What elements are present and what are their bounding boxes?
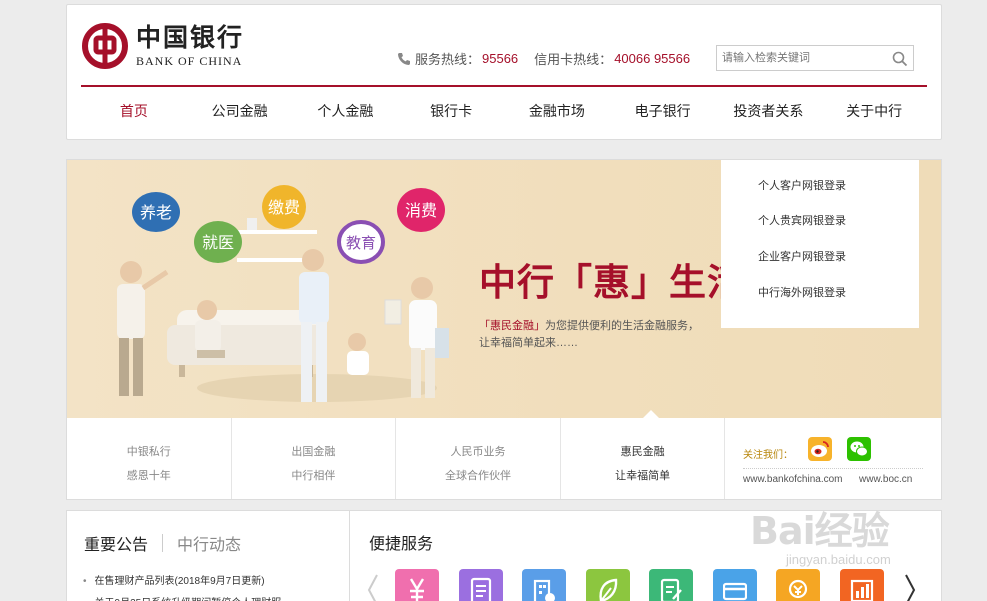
tab-private-banking[interactable]: 中银私行 感恩十年 <box>67 418 232 499</box>
nav-item-corporate[interactable]: 公司金融 <box>187 89 293 133</box>
list-item[interactable]: 关于9月25日系统升级期间暂停个人理财服 <box>83 593 282 601</box>
tab-label: 人民币业务 <box>450 446 506 458</box>
svg-text:就医: 就医 <box>202 233 234 252</box>
chart-icon <box>850 579 874 601</box>
promo-banner[interactable]: 养老 就医 缴费 教育 消费 中行「惠」生活 「惠民金融」为您提供便利的生活金融… <box>67 160 941 418</box>
notice-tab-separator <box>162 534 164 552</box>
notice-list: 在售理财产品列表(2018年9月7日更新) 关于9月25日系统升级期间暂停个人理… <box>83 571 282 601</box>
tab-label: 出国金融 <box>291 446 336 458</box>
nav-item-cards[interactable]: 银行卡 <box>398 89 504 133</box>
leaf-icon <box>599 578 618 601</box>
tab-sublabel: 全球合作伙伴 <box>444 470 511 482</box>
tab-inclusive-finance[interactable]: 惠民金融 让幸福简单 <box>561 418 726 499</box>
tab-sublabel: 中行相伴 <box>291 470 336 482</box>
phone-icon <box>398 52 410 65</box>
service-documents[interactable] <box>459 569 503 601</box>
weibo-icon[interactable] <box>808 437 832 461</box>
tab-sublabel: 让幸福简单 <box>615 470 671 482</box>
logo-english-name: BANK OF CHINA <box>136 53 243 68</box>
baidu-watermark-url: jingyan.baidu.com <box>786 552 891 567</box>
exchange-icon <box>788 579 808 599</box>
login-personal-vip[interactable]: 个人贵宾网银登录 <box>758 212 846 228</box>
nav-item-personal[interactable]: 个人金融 <box>293 89 399 133</box>
notice-tabs: 重要公告 中行动态 <box>84 531 241 555</box>
search-icon[interactable] <box>891 50 909 68</box>
chevron-right-icon[interactable] <box>903 573 917 601</box>
banner-section: 养老 就医 缴费 教育 消费 中行「惠」生活 「惠民金融」为您提供便利的生活金融… <box>66 159 942 500</box>
banner-slogan: 中行「惠」生活 <box>479 260 745 304</box>
follow-divider <box>743 468 923 469</box>
form-icon <box>660 578 682 601</box>
login-personal[interactable]: 个人客户网银登录 <box>758 177 846 193</box>
nav-item-about[interactable]: 关于中行 <box>821 89 927 133</box>
branch-icon <box>533 579 555 601</box>
notice-panel: 重要公告 中行动态 在售理财产品列表(2018年9月7日更新) 关于9月25日系… <box>66 510 350 601</box>
card-icon <box>723 582 747 601</box>
banner-subtitle-highlight: 「惠民金融」 <box>479 320 545 332</box>
tab-announcements[interactable]: 重要公告 <box>84 531 148 555</box>
wealth-icon <box>409 578 425 601</box>
tab-rmb-business[interactable]: 人民币业务 全球合作伙伴 <box>396 418 561 499</box>
svg-text:教育: 教育 <box>346 234 376 252</box>
tab-label: 惠民金融 <box>620 446 665 458</box>
search-box <box>716 45 914 71</box>
service-hotline-number: 95566 <box>482 51 519 66</box>
document-icon <box>470 577 492 601</box>
list-item[interactable]: 在售理财产品列表(2018年9月7日更新) <box>83 571 281 593</box>
service-forms[interactable] <box>649 569 693 601</box>
site-header: 中国银行 BANK OF CHINA 服务热线： 95566 信用卡热线： 40… <box>66 4 942 140</box>
nav-divider <box>81 85 927 87</box>
nav-item-markets[interactable]: 金融市场 <box>504 89 610 133</box>
ebank-login-panel: 个人客户网银登录 个人贵宾网银登录 企业客户网银登录 中行海外网银登录 <box>721 160 919 328</box>
nav-item-investor[interactable]: 投资者关系 <box>716 89 822 133</box>
login-corporate[interactable]: 企业客户网银登录 <box>758 248 846 264</box>
family-illustration: 养老 就医 缴费 教育 消费 <box>117 185 449 402</box>
service-branches[interactable] <box>522 569 566 601</box>
tab-news[interactable]: 中行动态 <box>177 531 241 555</box>
boc-logo[interactable]: 中国银行 BANK OF CHINA <box>82 23 244 69</box>
svg-text:消费: 消费 <box>405 201 437 220</box>
service-hotline-label: 服务热线： <box>415 52 481 67</box>
wechat-icon[interactable] <box>847 437 871 461</box>
nav-item-ebanking[interactable]: 电子银行 <box>610 89 716 133</box>
tab-sublabel: 感恩十年 <box>126 470 171 482</box>
active-tab-caret <box>643 410 659 418</box>
tab-overseas-finance[interactable]: 出国金融 中行相伴 <box>232 418 397 499</box>
service-wealth[interactable] <box>395 569 439 601</box>
bubble-medical: 就医 <box>194 221 242 263</box>
tab-label: 中银私行 <box>126 446 171 458</box>
banner-subtitle-1: 「惠民金融」为您提供便利的生活金融服务， <box>479 317 699 333</box>
banner-subtitle-text: 为您提供便利的生活金融服务， <box>545 320 699 332</box>
main-nav: 首页 公司金融 个人金融 银行卡 金融市场 电子银行 投资者关系 关于中行 <box>81 89 927 133</box>
service-green[interactable] <box>586 569 630 601</box>
boc-logo-icon <box>82 23 128 69</box>
bubble-payment: 缴费 <box>262 185 306 229</box>
credit-hotline-label: 信用卡热线： <box>534 52 613 67</box>
svg-text:缴费: 缴费 <box>268 198 300 217</box>
banner-subtitle-2: 让幸福简单起来…… <box>479 337 578 349</box>
service-exchange[interactable] <box>776 569 820 601</box>
svg-text:养老: 养老 <box>140 203 172 222</box>
follow-label: 关注我们： <box>743 450 793 461</box>
bubble-education: 教育 <box>337 220 385 264</box>
bubble-pension: 养老 <box>132 192 180 232</box>
service-charts[interactable] <box>840 569 884 601</box>
service-cards[interactable] <box>713 569 757 601</box>
credit-hotline-number: 40066 95566 <box>614 51 691 66</box>
search-input[interactable] <box>717 46 887 70</box>
chevron-left-icon[interactable] <box>366 573 380 601</box>
bubble-consumption: 消费 <box>397 188 445 232</box>
link-boc[interactable]: www.boc.cn <box>859 474 912 485</box>
logo-chinese-name: 中国银行 <box>136 22 245 52</box>
follow-us: 关注我们： www.bankofchina.com www.boc.cn <box>726 418 941 499</box>
hotlines: 服务热线： 95566 信用卡热线： 40066 95566 <box>397 49 690 68</box>
link-bankofchina[interactable]: www.bankofchina.com <box>743 474 843 485</box>
baidu-watermark: Bai经验 <box>750 509 890 553</box>
nav-item-home[interactable]: 首页 <box>81 89 187 133</box>
services-title: 便捷服务 <box>369 536 434 553</box>
login-overseas[interactable]: 中行海外网银登录 <box>758 284 846 300</box>
